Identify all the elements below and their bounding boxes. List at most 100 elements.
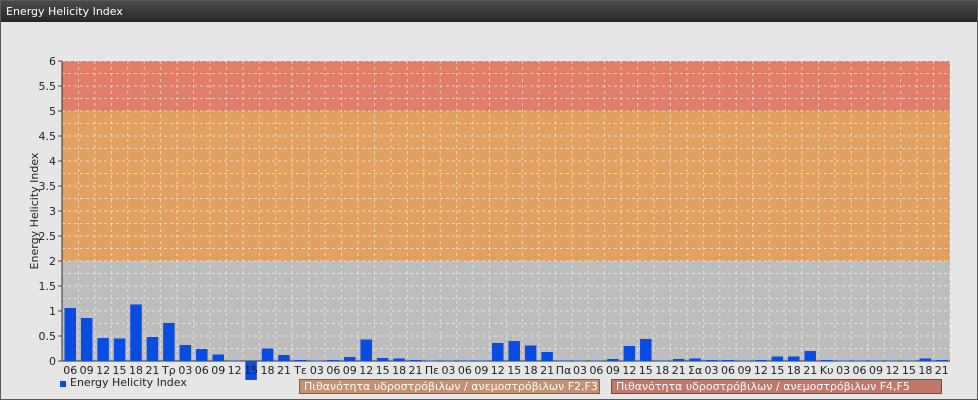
x-tick-label: Πε xyxy=(425,364,439,377)
x-tick-label: Πα xyxy=(556,364,572,377)
bar[interactable] xyxy=(212,354,224,362)
bar[interactable] xyxy=(623,346,636,361)
plot-area: 0 0.5 1 1.5 2 2.5 3 3.5 4 4.5 5 5.5 6 Energy Helicity… xyxy=(1,22,977,399)
bar[interactable] xyxy=(278,355,290,361)
x-tick-label: Κυ xyxy=(820,364,834,377)
x-tick-label: 09 xyxy=(343,364,357,377)
bar[interactable] xyxy=(853,360,866,362)
bar[interactable] xyxy=(755,360,767,361)
bar[interactable] xyxy=(344,357,356,361)
bar[interactable] xyxy=(804,351,816,361)
x-tick-label: 03 xyxy=(310,364,324,377)
bar[interactable] xyxy=(163,323,175,361)
x-tick-label: 09 xyxy=(869,364,883,377)
bar[interactable] xyxy=(442,360,455,362)
x-tick-label: 15 xyxy=(376,364,390,377)
bar[interactable] xyxy=(590,360,603,362)
bar[interactable] xyxy=(820,360,833,361)
bar[interactable] xyxy=(376,358,389,361)
x-tick-label: 06 xyxy=(195,364,209,377)
bar[interactable] xyxy=(97,338,109,361)
bar[interactable] xyxy=(80,318,93,361)
bar[interactable] xyxy=(722,360,734,361)
bar[interactable] xyxy=(903,360,915,362)
x-tick-label: 15 xyxy=(244,364,258,377)
x-tick-label: 15 xyxy=(507,364,521,377)
y-tick-label: 1.5 xyxy=(39,280,57,293)
x-tick-label: 21 xyxy=(277,364,291,377)
bar[interactable] xyxy=(574,360,586,362)
bar[interactable] xyxy=(294,360,307,361)
bar[interactable] xyxy=(228,360,241,362)
legend-swatch xyxy=(60,381,66,387)
bar[interactable] xyxy=(327,360,340,361)
y-axis-title: Energy Helicity Index xyxy=(28,152,41,269)
x-tick-label: 12 xyxy=(359,364,373,377)
x-tick-label: 09 xyxy=(474,364,488,377)
bar[interactable] xyxy=(689,358,701,362)
x-tick-label: 06 xyxy=(589,364,603,377)
bar[interactable] xyxy=(870,360,882,362)
y-tick-label: 5.5 xyxy=(39,80,57,93)
window-title: Energy Helicity Index xyxy=(1,1,977,22)
x-tick-label: 09 xyxy=(606,364,620,377)
legend-band-f4f5: Πιθανότητα υδροστρόβιλων / ανεμοστρόβιλω… xyxy=(611,379,942,394)
x-tick-label: 12 xyxy=(754,364,768,377)
bar[interactable] xyxy=(788,356,800,362)
x-tick-label: 15 xyxy=(902,364,916,377)
x-tick-label: 12 xyxy=(491,364,505,377)
bar[interactable] xyxy=(607,359,619,361)
chart-window: Energy Helicity Index 0 0.5 1 1.5 2 2.5 3 3.5 4 4… xyxy=(0,0,978,400)
bar[interactable] xyxy=(146,337,159,361)
bar[interactable] xyxy=(196,349,208,361)
bar[interactable] xyxy=(179,345,192,361)
x-tick-label: 18 xyxy=(787,364,801,377)
bar[interactable] xyxy=(426,360,438,362)
bar[interactable] xyxy=(672,359,685,361)
bar[interactable] xyxy=(261,348,274,362)
x-tick-label: 15 xyxy=(639,364,653,377)
bar[interactable] xyxy=(886,360,899,362)
bar[interactable] xyxy=(640,339,652,361)
x-tick-label: 06 xyxy=(853,364,867,377)
bar[interactable] xyxy=(409,360,422,361)
bar[interactable] xyxy=(837,360,849,362)
x-tick-label: 15 xyxy=(770,364,784,377)
x-tick-label: 12 xyxy=(885,364,899,377)
x-tick-label: 06 xyxy=(721,364,735,377)
x-tick-label: 21 xyxy=(409,364,423,377)
bar[interactable] xyxy=(541,352,553,361)
x-tick-label: 18 xyxy=(918,364,932,377)
y-tick-label: 0.5 xyxy=(39,330,57,343)
x-tick-label: 21 xyxy=(935,364,949,377)
bar[interactable] xyxy=(130,304,142,362)
bar[interactable] xyxy=(393,358,405,362)
x-tick-label: 06 xyxy=(458,364,472,377)
bar[interactable] xyxy=(524,345,537,362)
bar[interactable] xyxy=(738,360,751,362)
bar[interactable] xyxy=(64,308,76,361)
bar[interactable] xyxy=(705,360,718,361)
y-tick-label: 2 xyxy=(49,255,56,268)
x-tick-label: 21 xyxy=(672,364,686,377)
bar[interactable] xyxy=(311,360,323,362)
bar[interactable] xyxy=(771,356,784,362)
x-tick-label: 09 xyxy=(737,364,751,377)
bar[interactable] xyxy=(492,343,504,361)
x-tick-label: Τε xyxy=(293,364,307,377)
bar[interactable] xyxy=(360,339,372,362)
x-tick-label: 18 xyxy=(392,364,406,377)
bar[interactable] xyxy=(936,360,948,361)
bar[interactable] xyxy=(919,358,932,362)
bar[interactable] xyxy=(557,360,570,362)
x-tick-label: 21 xyxy=(803,364,817,377)
x-tick-label: 18 xyxy=(655,364,669,377)
bar[interactable] xyxy=(459,360,471,362)
bar[interactable] xyxy=(508,341,520,361)
bar[interactable] xyxy=(656,360,668,362)
bar[interactable] xyxy=(475,360,488,362)
y-tick-label: 0 xyxy=(49,355,56,368)
bar[interactable] xyxy=(113,338,126,362)
y-tick-label: 2.5 xyxy=(39,230,57,243)
x-tick-label: 03 xyxy=(705,364,719,377)
